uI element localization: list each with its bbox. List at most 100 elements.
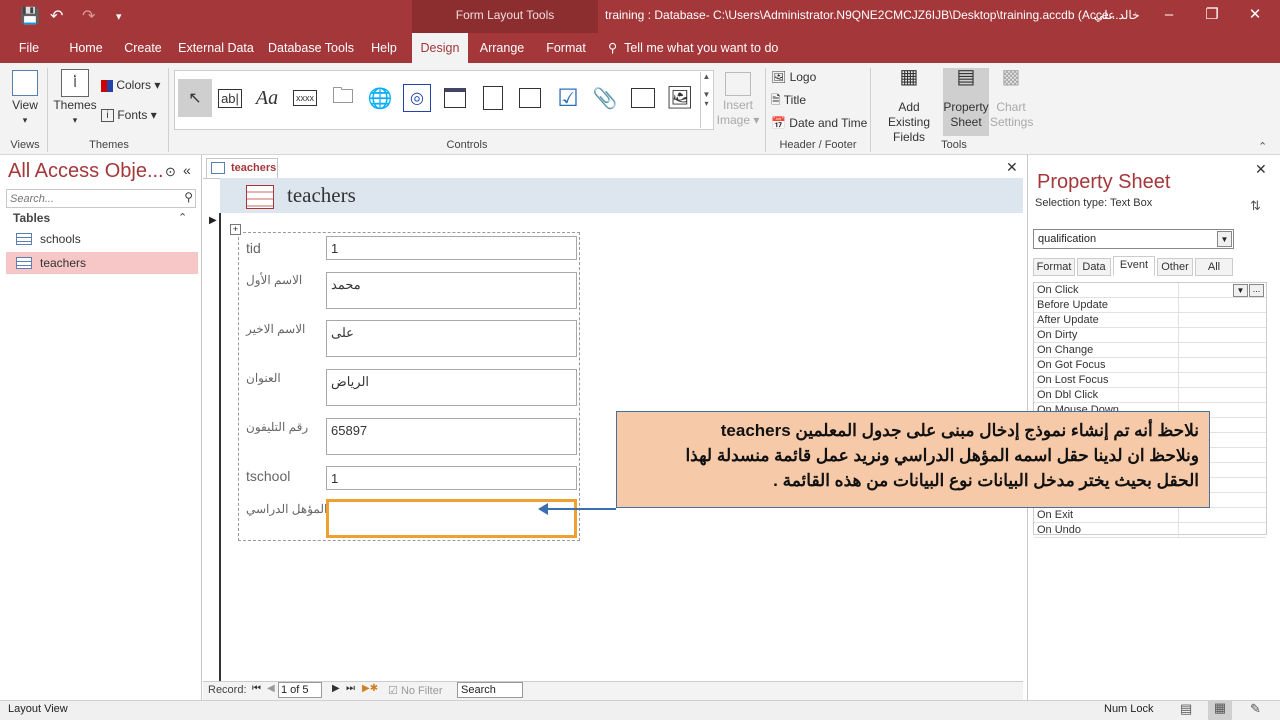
field-phone[interactable]: 65897 (326, 418, 577, 455)
add-existing-fields-button[interactable]: ▦ Add Existing Fields (876, 67, 942, 145)
last-record-icon[interactable]: ⏭ (346, 683, 355, 694)
chart-settings-button[interactable]: ▩ Chart Settings (990, 67, 1033, 130)
user-name[interactable]: خالد علي (1094, 8, 1140, 22)
filter-indicator[interactable]: ☑ No Filter (388, 684, 443, 697)
section-collapse-icon[interactable]: ⌃ (178, 211, 187, 224)
nav-section-tables[interactable]: Tables (13, 211, 50, 225)
search-icon[interactable]: ⚲ (184, 190, 193, 204)
property-row[interactable]: On Lost Focus (1034, 373, 1266, 388)
property-value[interactable] (1178, 508, 1266, 522)
save-icon[interactable]: 💾 (20, 6, 40, 26)
tab-create[interactable]: Create (120, 33, 166, 63)
property-value[interactable] (1178, 523, 1266, 537)
label-control-icon[interactable]: Aa (252, 82, 282, 114)
logo-button[interactable]: 🖼 Logo (771, 70, 816, 85)
first-record-icon[interactable]: ⏮ (252, 683, 261, 694)
field-address[interactable]: الرياض (326, 369, 577, 406)
property-value[interactable] (1178, 373, 1266, 387)
checkbox-control-icon[interactable]: ☑ (553, 82, 583, 114)
layout-view-icon[interactable]: ▦ (1208, 700, 1232, 720)
nav-item-teachers[interactable]: teachers (6, 252, 198, 274)
image-control-icon[interactable]: 🖼 (665, 82, 695, 114)
close-document-icon[interactable]: ✕ (1006, 159, 1018, 176)
undo-icon[interactable]: ↶ (50, 6, 63, 26)
tab-file[interactable]: File (10, 33, 48, 63)
field-first-name[interactable]: محمد (326, 272, 577, 309)
object-selector[interactable]: qualification ▼ (1033, 229, 1234, 249)
textbox-control-icon[interactable]: ab| (215, 82, 245, 114)
property-value[interactable] (1178, 358, 1266, 372)
design-view-icon[interactable]: ✎ (1250, 701, 1261, 717)
tab-control-icon[interactable]: 🗀 (328, 82, 358, 114)
sort-icon[interactable]: ⇅ (1250, 198, 1261, 214)
field-last-name[interactable]: على (326, 320, 577, 357)
previous-record-icon[interactable]: ◀ (267, 683, 275, 694)
web-browser-control-icon[interactable]: ◎ (402, 82, 432, 114)
chevron-down-icon[interactable]: ▼ (1233, 284, 1248, 297)
property-row[interactable]: Before Update (1034, 298, 1266, 313)
nav-search-input[interactable] (7, 190, 172, 207)
tab-format-props[interactable]: Format (1033, 258, 1075, 276)
form-view-icon[interactable]: ▤ (1180, 701, 1192, 717)
date-time-button[interactable]: 📅 Date and Time (771, 116, 867, 131)
colors-button[interactable]: Colors ▾ (101, 78, 160, 93)
property-row[interactable]: On Dirty (1034, 328, 1266, 343)
property-value[interactable] (1178, 328, 1266, 342)
chevron-down-icon[interactable]: ▼ (1217, 231, 1232, 247)
title-button[interactable]: 🗎 Title (771, 93, 806, 108)
tab-help[interactable]: Help (364, 33, 404, 63)
nav-item-schools[interactable]: schools (6, 228, 198, 250)
record-selector[interactable] (205, 213, 221, 681)
nav-collapse-icon[interactable]: « (183, 162, 191, 178)
customize-qat-icon[interactable]: ▾ (116, 10, 122, 23)
page-break-icon[interactable] (515, 82, 545, 114)
document-tab[interactable]: teachers (206, 158, 278, 178)
button-control-icon[interactable]: xxxx (290, 82, 320, 114)
combo-box-icon[interactable] (628, 82, 658, 114)
field-tschool[interactable]: 1 (326, 466, 577, 490)
property-sheet-button[interactable]: ▤ Property Sheet (943, 67, 989, 136)
minimize-icon[interactable]: – (1155, 4, 1183, 28)
property-row[interactable]: On Undo (1034, 523, 1266, 538)
property-row[interactable]: On Change (1034, 343, 1266, 358)
new-record-icon[interactable]: ▶✱ (362, 683, 378, 694)
tab-other-props[interactable]: Other (1157, 258, 1193, 276)
nav-menu-icon[interactable]: ⊙ (165, 164, 176, 180)
tell-me-box[interactable]: ⚲ Tell me what you want to do (608, 33, 788, 63)
fonts-button[interactable]: i Fonts ▾ (101, 108, 157, 123)
property-value[interactable] (1178, 388, 1266, 402)
tab-all-props[interactable]: All (1195, 258, 1233, 276)
tab-data-props[interactable]: Data (1077, 258, 1111, 276)
restore-icon[interactable]: ❐ (1198, 4, 1226, 28)
tab-database-tools[interactable]: Database Tools (266, 33, 356, 63)
property-row[interactable]: On Exit (1034, 508, 1266, 523)
property-row[interactable]: After Update (1034, 313, 1266, 328)
nav-title[interactable]: All Access Obje... (8, 160, 164, 183)
layout-move-handle-icon[interactable]: + (230, 224, 241, 235)
property-row[interactable]: On Got Focus (1034, 358, 1266, 373)
tab-format[interactable]: Format (538, 33, 594, 63)
themes-button[interactable]: أ Themes ▾ (52, 68, 98, 134)
close-window-icon[interactable]: ✕ (1241, 4, 1269, 28)
next-record-icon[interactable]: ▶ (332, 683, 340, 694)
field-tid[interactable]: 1 (326, 236, 577, 260)
view-button[interactable]: View ▾ (8, 68, 42, 134)
navigation-control-icon[interactable] (440, 82, 470, 114)
redo-icon[interactable]: ↷ (82, 6, 95, 26)
record-search-input[interactable]: Search (457, 682, 523, 698)
property-value[interactable] (1178, 298, 1266, 312)
hyperlink-control-icon[interactable]: 🌐 (365, 82, 395, 114)
form-title[interactable]: teachers (287, 183, 356, 208)
option-group-icon[interactable] (478, 82, 508, 114)
select-pointer-icon[interactable]: ↖ (178, 79, 212, 117)
attachment-icon[interactable]: 📎 (590, 82, 620, 114)
insert-image-button[interactable]: Insert Image ▾ (716, 72, 760, 128)
close-pane-icon[interactable]: ✕ (1255, 161, 1267, 178)
collapse-ribbon-icon[interactable]: ⌃ (1258, 140, 1267, 153)
tab-home[interactable]: Home (62, 33, 110, 63)
gallery-scroll[interactable]: ▲ ▼ ▾ (700, 72, 712, 128)
tab-design[interactable]: Design (412, 33, 468, 63)
property-value[interactable] (1178, 313, 1266, 327)
current-record-input[interactable]: 1 of 5 (278, 682, 322, 698)
property-row[interactable]: On Click (1034, 283, 1266, 298)
